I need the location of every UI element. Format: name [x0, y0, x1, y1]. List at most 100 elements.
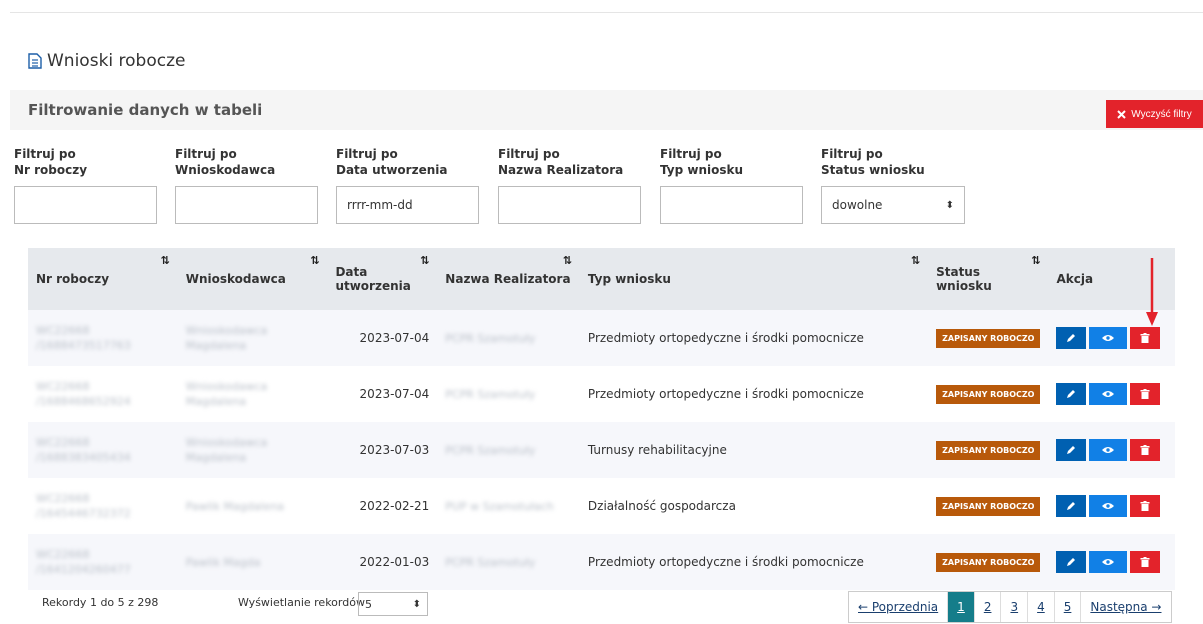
- filter-label-line: Filtruj po: [498, 147, 560, 161]
- eye-icon: [1102, 559, 1115, 565]
- page-link-5[interactable]: 5: [1055, 592, 1082, 622]
- table-row: WC22668/1688383405434 Wnioskodawca Magdale…: [28, 422, 1175, 478]
- filter-label-line: Typ wniosku: [660, 163, 744, 177]
- edit-button[interactable]: [1056, 551, 1087, 573]
- cell-typ: Przedmioty ortopedyczne i środki pomocni…: [587, 331, 864, 345]
- filter-label-data: Filtruj po Data utworzenia: [336, 146, 447, 178]
- filter-typ-input[interactable]: [660, 186, 803, 224]
- records-info: Rekordy 1 do 5 z 298: [42, 596, 159, 609]
- cell-wnioskodawca: Pawlik Magda: [178, 534, 328, 590]
- delete-button[interactable]: [1130, 439, 1161, 461]
- column-header-nr[interactable]: Nr roboczy ⇅: [28, 248, 178, 310]
- realizator-text: PCPR Szamotuły: [445, 443, 536, 457]
- top-divider: [10, 12, 1203, 13]
- prev-page-link[interactable]: ← Poprzednia: [849, 592, 949, 622]
- pencil-icon: [1067, 502, 1076, 510]
- eye-icon: [1102, 503, 1115, 509]
- applicant-line: Wnioskodawca: [185, 324, 268, 337]
- sort-icon: ⇅: [160, 254, 170, 267]
- red-arrow-annotation: [1146, 258, 1158, 326]
- view-button[interactable]: [1089, 439, 1128, 461]
- filter-label-line: Nazwa Realizatora: [498, 163, 624, 177]
- filter-label-line: Filtruj po: [14, 147, 76, 161]
- trash-icon: [1140, 389, 1150, 399]
- status-badge: ZAPISANY ROBOCZO: [936, 440, 1041, 460]
- column-header-wnioskodawca[interactable]: Wnioskodawca ⇅: [178, 248, 328, 310]
- edit-button[interactable]: [1056, 439, 1087, 461]
- filter-label-line: Status wniosku: [821, 163, 925, 177]
- page-link-1[interactable]: 1: [948, 592, 975, 622]
- filter-label-line: Data utworzenia: [336, 163, 448, 177]
- realizator-text: PCPR Szamotuły: [445, 387, 536, 401]
- status-badge: ZAPISANY ROBOCZO: [936, 384, 1041, 404]
- select-arrows-icon: ⬍: [412, 598, 421, 610]
- sort-icon: ⇅: [1031, 254, 1041, 267]
- header-label: utworzenia: [335, 279, 411, 293]
- column-header-status[interactable]: Status wniosku ⇅: [928, 248, 1048, 310]
- sort-icon: ⇅: [420, 254, 430, 267]
- nr-line: /1688383405434: [36, 451, 131, 464]
- next-page-link[interactable]: Następna →: [1081, 592, 1170, 622]
- cell-realizator: PUP w Szamotułach: [437, 478, 580, 534]
- cell-typ: Przedmioty ortopedyczne i środki pomocni…: [587, 387, 864, 401]
- view-button[interactable]: [1089, 383, 1128, 405]
- cell-typ: Przedmioty ortopedyczne i środki pomocni…: [587, 555, 864, 569]
- view-button[interactable]: [1089, 327, 1128, 349]
- filter-label-line: Filtruj po: [821, 147, 883, 161]
- edit-button[interactable]: [1056, 327, 1087, 349]
- filter-value: rrrr-mm-dd: [347, 198, 413, 212]
- delete-button[interactable]: [1130, 551, 1161, 573]
- trash-icon: [1140, 445, 1150, 455]
- cell-status: ZAPISANY ROBOCZO: [928, 478, 1048, 534]
- nr-line: /1688468652924: [36, 395, 131, 408]
- page-title-text: Wnioski robocze: [47, 51, 186, 71]
- filter-heading: Filtrowanie danych w tabeli: [28, 101, 263, 119]
- header-label: wniosku: [936, 279, 992, 293]
- sort-icon: ⇅: [910, 254, 921, 267]
- delete-button[interactable]: [1130, 383, 1161, 405]
- cell-date: 2023-07-04: [359, 331, 430, 345]
- delete-button[interactable]: [1130, 495, 1161, 517]
- nr-line: WC22668: [36, 492, 90, 505]
- table-row: WC22668/1641204260477 Pawlik Magda 2022-01…: [28, 534, 1175, 590]
- column-header-data[interactable]: Data utworzenia ⇅: [327, 248, 437, 310]
- filter-realizator-input[interactable]: [498, 186, 641, 224]
- cell-status: ZAPISANY ROBOCZO: [928, 422, 1048, 478]
- header-label: Typ wniosku: [587, 272, 671, 286]
- page-title: Wnioski robocze: [28, 51, 185, 71]
- page-link-4[interactable]: 4: [1028, 592, 1055, 622]
- filter-wnioskodawca-input[interactable]: [175, 186, 318, 224]
- edit-button[interactable]: [1056, 495, 1087, 517]
- edit-button[interactable]: [1056, 383, 1087, 405]
- cell-status: ZAPISANY ROBOCZO: [928, 534, 1048, 590]
- clear-filters-button[interactable]: Wyczyść filtry: [1106, 100, 1203, 128]
- filter-status-select[interactable]: dowolne ⬍: [821, 186, 965, 224]
- drafts-table: Nr roboczy ⇅ Wnioskodawca ⇅ Data utworzenia…: [28, 248, 1175, 590]
- cell-realizator: PCPR Szamotuły: [437, 366, 580, 422]
- view-button[interactable]: [1089, 551, 1128, 573]
- filter-date-input[interactable]: rrrr-mm-dd: [336, 186, 479, 224]
- delete-button[interactable]: [1130, 327, 1161, 349]
- cell-date: 2023-07-04: [359, 387, 430, 401]
- header-label: Nr roboczy: [36, 272, 110, 286]
- table-header-row: Nr roboczy ⇅ Wnioskodawca ⇅ Data utworzenia…: [28, 248, 1175, 310]
- per-page-select[interactable]: 5 ⬍: [358, 592, 428, 616]
- column-header-typ[interactable]: Typ wniosku ⇅: [580, 248, 928, 310]
- trash-icon: [1140, 557, 1150, 567]
- header-label: Data: [335, 265, 368, 279]
- page-link-2[interactable]: 2: [975, 592, 1002, 622]
- nr-line: /1688473517763: [36, 339, 131, 352]
- filter-label-line: Nr roboczy: [14, 163, 88, 177]
- cell-nr: WC22668/1641204260477: [28, 534, 178, 590]
- cell-date: 2023-07-03: [359, 443, 430, 457]
- eye-icon: [1102, 335, 1115, 341]
- status-badge: ZAPISANY ROBOCZO: [936, 496, 1041, 516]
- page-link-3[interactable]: 3: [1001, 592, 1029, 622]
- cell-status: ZAPISANY ROBOCZO: [928, 310, 1048, 366]
- cell-wnioskodawca: Pawlik Magdalena: [178, 478, 328, 534]
- filter-nr-input[interactable]: [14, 186, 157, 224]
- realizator-text: PUP w Szamotułach: [445, 499, 554, 513]
- view-button[interactable]: [1089, 495, 1128, 517]
- column-header-realizator[interactable]: Nazwa Realizatora ⇅: [437, 248, 580, 310]
- filter-label-typ: Filtruj po Typ wniosku: [660, 146, 743, 178]
